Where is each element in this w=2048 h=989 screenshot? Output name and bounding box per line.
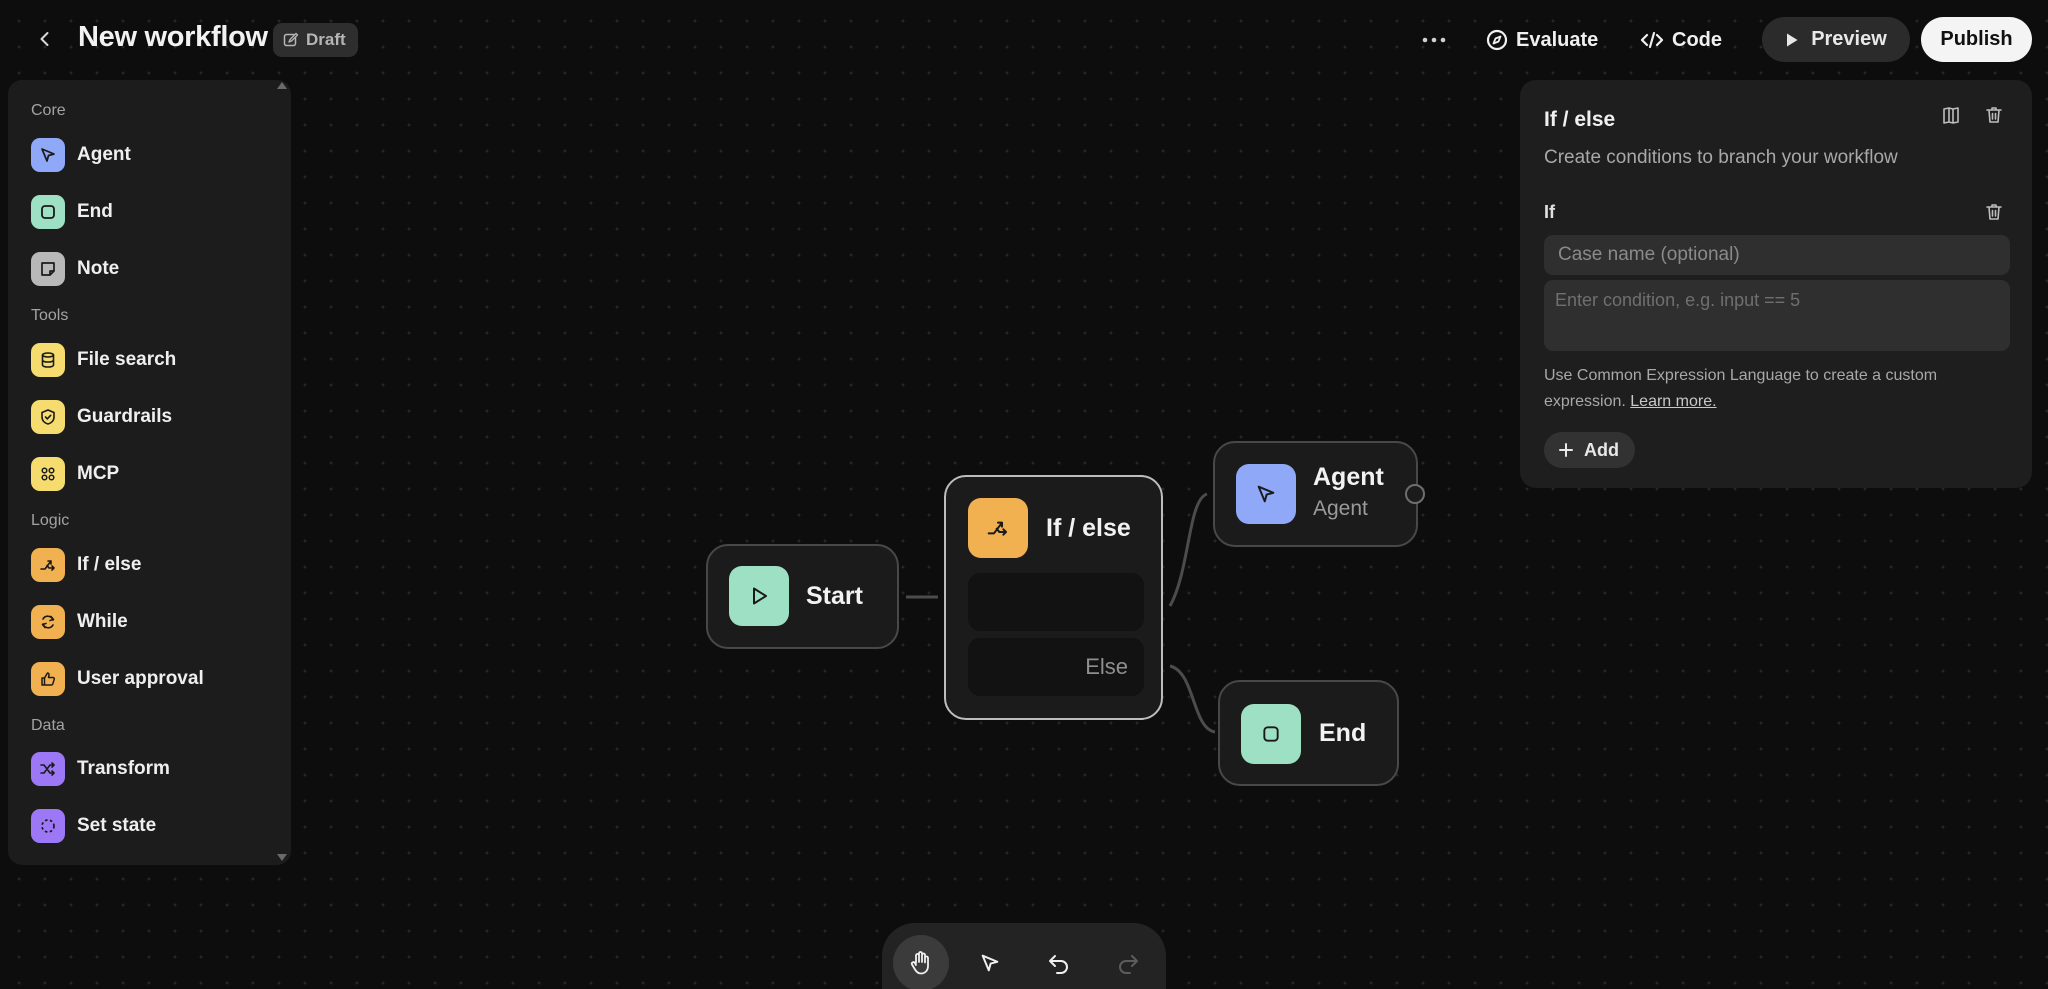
ifelse-else-slot[interactable]: Else: [968, 638, 1144, 696]
delete-node-button[interactable]: [1979, 100, 2009, 130]
branch-icon: [968, 498, 1028, 558]
condition-input[interactable]: [1544, 280, 2010, 351]
inspector-description: Create conditions to branch your workflo…: [1544, 147, 1898, 168]
edge-ifelse-end: [1169, 664, 1216, 734]
book-icon: [1943, 107, 1959, 124]
help-text: Use Common Expression Language to create…: [1544, 363, 2014, 415]
plus-icon: [1559, 443, 1573, 457]
hand-icon: [910, 951, 929, 975]
end-node-label: End: [1319, 719, 1367, 747]
select-tool-button[interactable]: [962, 935, 1018, 989]
cursor-icon: [1236, 464, 1296, 524]
help-text-body: Use Common Expression Language to create…: [1544, 367, 1938, 410]
ifelse-node[interactable]: If / else Else: [944, 475, 1163, 720]
start-node-label: Start: [806, 582, 863, 610]
start-node[interactable]: Start: [706, 544, 899, 649]
trash-icon: [1986, 204, 2002, 220]
add-label: Add: [1584, 439, 1619, 460]
inspector-title: If / else: [1544, 108, 1616, 131]
play-outline-icon: [729, 566, 789, 626]
agent-node-label: Agent: [1313, 463, 1384, 491]
redo-button[interactable]: [1100, 935, 1156, 989]
redo-icon: [1119, 955, 1138, 974]
learn-more-link[interactable]: Learn more.: [1630, 393, 1716, 410]
agent-node[interactable]: Agent Agent: [1213, 441, 1418, 547]
canvas-toolbar: [882, 923, 1166, 989]
else-label: Else: [1085, 654, 1128, 679]
inspector-panel: If / else Create conditions to branch yo…: [1520, 80, 2032, 488]
undo-icon: [1049, 955, 1068, 974]
cursor-icon: [981, 954, 999, 972]
trash-icon: [1986, 107, 2002, 123]
case-name-input[interactable]: [1544, 235, 2010, 275]
square-icon: [1241, 704, 1301, 764]
edge-ifelse-agent: [1168, 492, 1208, 607]
agent-output-handle[interactable]: [1405, 484, 1425, 504]
agent-node-sublabel: Agent: [1313, 497, 1368, 520]
case-label: If: [1544, 202, 1555, 222]
undo-button[interactable]: [1031, 935, 1087, 989]
end-node[interactable]: End: [1218, 680, 1399, 786]
delete-case-button[interactable]: [1979, 197, 2009, 227]
ifelse-node-label: If / else: [1046, 514, 1131, 542]
add-case-button[interactable]: Add: [1544, 432, 1635, 468]
ifelse-case-slot[interactable]: [968, 573, 1144, 631]
pan-tool-button[interactable]: [893, 935, 949, 989]
docs-button[interactable]: [1936, 100, 1966, 130]
